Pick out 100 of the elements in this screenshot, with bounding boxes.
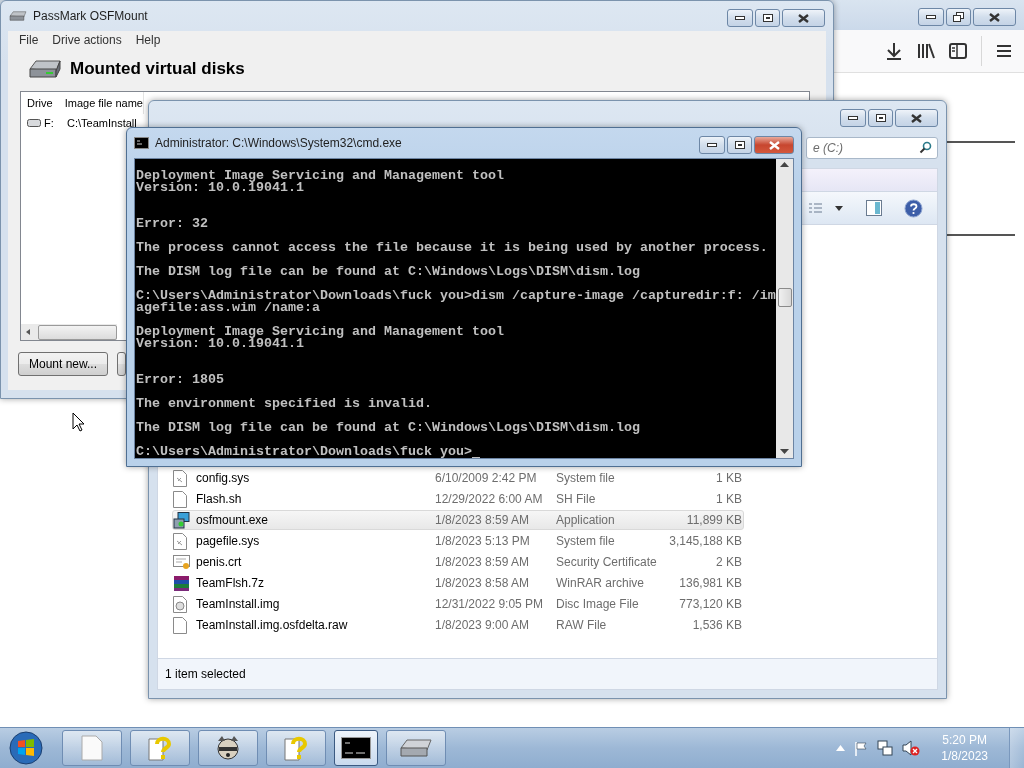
start-button[interactable]: [6, 729, 46, 767]
file-row[interactable]: Flash.sh 12/29/2022 6:00 AM SH File 1 KB: [172, 489, 744, 509]
menu-icon[interactable]: [996, 44, 1012, 58]
file-name: Flash.sh: [196, 492, 243, 506]
restore-button[interactable]: [946, 8, 971, 26]
console-line: Deployment Image Servicing and Management tool: [136, 170, 505, 182]
file-size: 1,536 KB: [691, 618, 742, 632]
minimize-button[interactable]: [918, 8, 944, 26]
console-line: The DISM log file can be found at C:\Windows\Logs\DISM\dism.log: [136, 422, 641, 434]
console-line: Error: 32: [136, 218, 209, 230]
mouse-pointer-icon: [72, 412, 85, 432]
file-icon: [173, 616, 187, 634]
scroll-thumb[interactable]: [777, 288, 792, 307]
file-date: 12/29/2022 6:00 AM: [435, 492, 544, 506]
minimize-icon: [848, 116, 858, 120]
application-icon: [173, 511, 190, 529]
file-size: 11,899 KB: [685, 513, 742, 527]
restore-icon: [953, 12, 964, 22]
console-line: Deployment Image Servicing and Management tool: [136, 326, 505, 338]
file-date: 1/8/2023 8:59 AM: [435, 513, 531, 527]
file-type: Application: [556, 513, 616, 527]
minimize-button[interactable]: [727, 9, 753, 27]
file-row[interactable]: penis.crt 1/8/2023 8:59 AM Security Certificate 2 KB: [172, 552, 744, 572]
search-icon[interactable]: [919, 141, 932, 154]
archive-icon: [173, 574, 190, 592]
help-document-icon: [284, 735, 308, 761]
document-icon: [81, 735, 103, 761]
close-button[interactable]: [754, 136, 794, 154]
help-document-icon: [148, 735, 172, 761]
file-row[interactable]: TeamInstall.img.osfdelta.raw 1/8/2023 9:00 AM RAW File 1,536 KB: [172, 615, 744, 635]
file-type: WinRAR archive: [556, 576, 646, 590]
file-type: System file: [556, 471, 616, 485]
close-icon: [798, 13, 809, 23]
file-row[interactable]: config.sys 6/10/2009 2:42 PM System file 1 KB: [172, 468, 744, 488]
minimize-button[interactable]: [840, 109, 866, 127]
column-header[interactable]: Image file name: [58, 92, 144, 114]
scrollbar[interactable]: [21, 324, 117, 340]
view-list-icon[interactable]: [808, 202, 844, 214]
windows-logo-icon: [8, 730, 44, 766]
console-line: C:\Users\Administrator\Downloads\fuck you>dism /capture-image /capturedir:f: /im: [136, 290, 776, 302]
network-icon[interactable]: [877, 740, 894, 756]
console-icon: [134, 137, 149, 149]
file-row[interactable]: TeamInstall.img 12/31/2022 9:05 PM Disc Image File 773,120 KB: [172, 594, 744, 614]
close-icon: [911, 113, 922, 123]
maximize-button[interactable]: [868, 109, 893, 127]
file-name: pagefile.sys: [196, 534, 261, 548]
maximize-button[interactable]: [727, 136, 752, 154]
preview-pane-icon[interactable]: [866, 200, 882, 216]
console-line: The DISM log file can be found at C:\Windows\Logs\DISM\dism.log: [136, 266, 641, 278]
mount-button[interactable]: Mount new...: [18, 352, 109, 376]
taskbar-button[interactable]: [198, 730, 258, 766]
menu-item[interactable]: Drive actions: [45, 33, 129, 47]
file-row[interactable]: pagefile.sys 1/8/2023 5:13 PM System file 3,145,188 KB: [172, 531, 744, 551]
file-name: config.sys: [196, 471, 251, 485]
close-button[interactable]: [895, 109, 938, 127]
menu-item[interactable]: Help: [128, 33, 168, 47]
file-row[interactable]: TeamFlsh.7z 1/8/2023 8:58 AM WinRAR archive 136,981 KB: [172, 573, 744, 593]
library-icon[interactable]: [917, 42, 935, 60]
file-type: Security Certificate: [556, 555, 658, 569]
console-line: Version: 10.0.19041.1: [136, 182, 304, 194]
file-size: 2 KB: [715, 555, 742, 569]
close-button[interactable]: [973, 8, 1016, 26]
menu-item[interactable]: File: [12, 33, 46, 47]
file-date: 12/31/2022 9:05 PM: [435, 597, 545, 611]
scroll-thumb[interactable]: [38, 324, 117, 340]
file-icon: [173, 490, 187, 508]
minimize-button[interactable]: [699, 136, 725, 154]
table-cell: F:: [21, 117, 61, 129]
file-size: 1 KB: [715, 471, 742, 485]
flag-icon[interactable]: [854, 740, 869, 756]
scrollbar[interactable]: [776, 159, 793, 458]
drive-icon: [28, 59, 62, 79]
file-type: System file: [556, 534, 616, 548]
search-field[interactable]: e (C:): [806, 137, 938, 159]
console-icon: [341, 737, 371, 759]
maximize-icon: [762, 14, 773, 22]
sidebar-icon[interactable]: [949, 43, 967, 59]
console-line: agefile:ass.wim /name:a: [136, 302, 321, 314]
help-icon[interactable]: [904, 198, 923, 218]
clock-date: 1/8/2023: [941, 748, 988, 764]
close-button[interactable]: [782, 9, 825, 27]
status-text: 1 item selected: [165, 667, 246, 681]
clock-time: 5:20 PM: [942, 732, 987, 748]
scroll-down-icon[interactable]: [780, 449, 789, 455]
maximize-button[interactable]: [755, 9, 780, 27]
minimize-icon: [707, 143, 717, 147]
file-date: 1/8/2023 8:59 AM: [435, 555, 531, 569]
column-header[interactable]: Drive: [21, 92, 59, 114]
file-size: 136,981 KB: [678, 576, 742, 590]
file-name: penis.crt: [196, 555, 243, 569]
console-prompt[interactable]: C:\Users\Administrator\Downloads\fuck you>: [136, 446, 776, 458]
speaker-muted-icon[interactable]: [902, 740, 921, 756]
download-icon[interactable]: [885, 42, 903, 60]
file-type: SH File: [556, 492, 597, 506]
file-date: 1/8/2023 8:58 AM: [435, 576, 531, 590]
file-name: TeamInstall.img.osfdelta.raw: [196, 618, 349, 632]
taskbar-button[interactable]: [334, 730, 378, 766]
file-row[interactable]: osfmount.exe 1/8/2023 8:59 AM Application 11,899 KB: [172, 510, 744, 530]
minimize-icon: [926, 15, 936, 19]
file-type: RAW File: [556, 618, 608, 632]
